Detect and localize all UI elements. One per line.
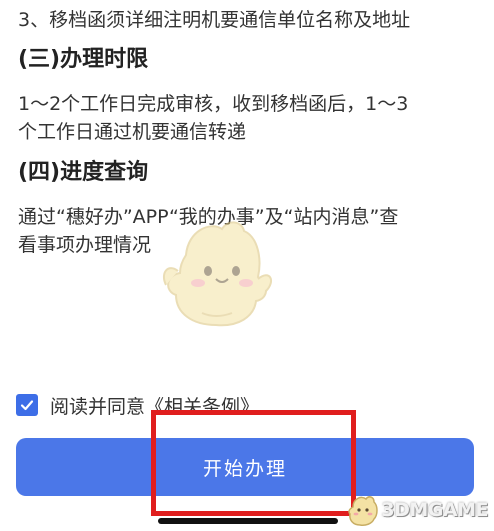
site-watermark: 3DMGAME xyxy=(345,493,488,527)
agreement-checkbox[interactable] xyxy=(16,394,38,416)
checkmark-icon xyxy=(20,400,34,411)
section-title-time-limit: (三)办理时限 xyxy=(18,47,149,72)
time-limit-text-line-1: 1～2个工作日完成审核，收到移档函后，1～3 xyxy=(18,93,409,115)
progress-query-text-line-2: 看事项办理情况 xyxy=(18,234,152,256)
watermark-text: 3DMGAME xyxy=(381,499,488,521)
annotation-highlight-box xyxy=(151,410,356,516)
section-title-progress-query: (四)进度查询 xyxy=(18,160,149,185)
watermark-mascot-icon xyxy=(348,496,379,526)
time-limit-text-line-2: 个工作日通过机要通信转递 xyxy=(18,121,247,143)
requirement-item-3: 3、移档函须详细注明机要通信单位名称及地址 xyxy=(18,9,411,31)
mascot-watermark-icon xyxy=(162,221,273,327)
home-indicator[interactable] xyxy=(158,518,338,524)
